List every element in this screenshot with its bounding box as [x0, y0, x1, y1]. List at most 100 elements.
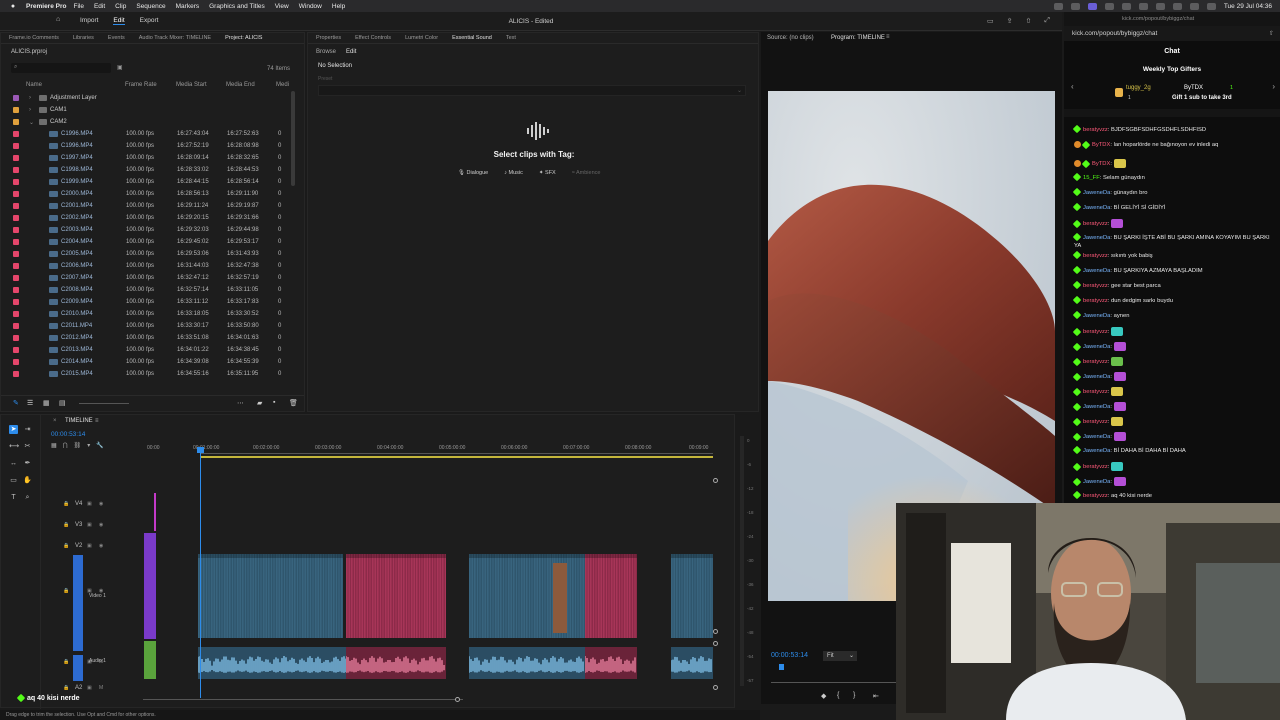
zoom-tool-icon[interactable]: ⌕	[23, 493, 32, 502]
timeline-timecode[interactable]: 00:00:53:14	[51, 431, 85, 438]
zoom-fit-dropdown[interactable]: Fit ⌄	[823, 651, 857, 661]
eye-icon[interactable]: ◉	[99, 501, 103, 507]
chat-username[interactable]: JaweneDa	[1083, 190, 1110, 196]
add-marker-icon[interactable]: ◆	[821, 692, 826, 700]
subtab-browse[interactable]: Browse	[316, 49, 336, 55]
share-icon[interactable]: ⇧	[1269, 30, 1274, 37]
disclosure-icon[interactable]: ›	[29, 107, 31, 113]
mark-out-icon[interactable]: }	[853, 692, 855, 699]
fullscreen-icon[interactable]: ⤢	[1044, 17, 1050, 25]
project-clip-row[interactable]: C2002.MP4 100.00 fps 16:29:20:15 16:29:31:6…	[1, 212, 291, 224]
apple-icon[interactable]: ●	[8, 3, 18, 10]
hand-tool-icon[interactable]: ✋	[23, 476, 32, 485]
label-swatch[interactable]	[13, 215, 19, 221]
chat-username[interactable]: JaweneDa	[1083, 313, 1110, 319]
tab-source[interactable]: Source: (no clips)	[767, 35, 814, 41]
chat-message[interactable]: JaweneDa: Bİ DAHA Bİ DAHA Bİ DAHA	[1072, 446, 1278, 455]
label-swatch[interactable]	[13, 227, 19, 233]
address-bar[interactable]: kick.com/popout/bybiggz/chat	[1064, 26, 1280, 41]
trash-icon[interactable]: 🗑	[289, 399, 298, 407]
adjustment-clip[interactable]	[144, 533, 156, 639]
label-swatch[interactable]	[13, 143, 19, 149]
project-clip-row[interactable]: C1998.MP4 100.00 fps 16:28:33:02 16:28:44:5…	[1, 164, 291, 176]
program-timecode[interactable]: 00:00:53:14	[771, 652, 808, 659]
col-name[interactable]: Name	[26, 82, 42, 88]
project-clip-row[interactable]: C2012.MP4 100.00 fps 16:33:51:08 16:34:01:6…	[1, 332, 291, 344]
v-scroll-handle[interactable]	[713, 641, 718, 646]
chat-message[interactable]: beratyvzz:	[1072, 357, 1278, 366]
track-header-v2[interactable]: 🔒 V2 ▣ ◉	[43, 537, 143, 555]
chat-username[interactable]: JaweneDa	[1083, 235, 1110, 241]
audio-clip[interactable]	[346, 647, 446, 679]
chat-message[interactable]: JaweneDa:	[1072, 477, 1278, 486]
chat-message[interactable]: beratyvzz:	[1072, 387, 1278, 396]
chat-username[interactable]: JaweneDa	[1083, 344, 1110, 350]
go-to-in-icon[interactable]: ⇤	[873, 692, 879, 700]
disclosure-icon[interactable]: ⌄	[29, 119, 34, 126]
label-swatch[interactable]	[13, 359, 19, 365]
tab-project[interactable]: Project: ALICIS	[225, 35, 262, 41]
status-icon[interactable]	[1121, 2, 1131, 10]
project-folder-row[interactable]: ⌄ CAM2	[1, 116, 291, 128]
chat-message[interactable]: JaweneDa: günaydın bro	[1072, 188, 1278, 197]
sync-lock-icon[interactable]: ▣	[87, 685, 92, 691]
chat-username[interactable]: JaweneDa	[1083, 404, 1110, 410]
col-media[interactable]: Medi	[276, 82, 289, 88]
label-swatch[interactable]	[13, 347, 19, 353]
project-clip-row[interactable]: C2008.MP4 100.00 fps 16:32:57:14 16:33:11:0…	[1, 284, 291, 296]
col-media-end[interactable]: Media End	[226, 82, 255, 88]
playhead-marker[interactable]	[779, 664, 784, 670]
freeform-view-icon[interactable]: ▤	[59, 399, 66, 407]
chat-message[interactable]: beratyvzz: sıkıntı yok babiş	[1072, 251, 1278, 260]
project-clip-row[interactable]: C1996.MP4 100.00 fps 16:27:43:04 16:27:52:6…	[1, 128, 291, 140]
eye-icon[interactable]: ◉	[99, 543, 103, 549]
chat-username[interactable]: JaweneDa	[1083, 434, 1110, 440]
eye-icon[interactable]: ◉	[99, 522, 103, 528]
project-search-input[interactable]: ⌕	[11, 63, 111, 73]
lock-icon[interactable]: 🔒	[63, 588, 69, 594]
menubar-clock[interactable]: Tue 29 Jul 04:36	[1224, 3, 1272, 10]
close-icon[interactable]: ×	[53, 418, 57, 424]
project-scrollbar[interactable]	[291, 91, 295, 186]
gifter-1-name[interactable]: tuggy_2g	[1126, 85, 1151, 91]
list-view-icon[interactable]: ☰	[27, 399, 33, 407]
add-marker-icon[interactable]: ▾	[87, 442, 90, 449]
new-bin-icon[interactable]: ▰	[257, 399, 262, 407]
project-clip-row[interactable]: C1996.MP4 100.00 fps 16:27:52:19 16:28:08:9…	[1, 140, 291, 152]
chat-username[interactable]: JaweneDa	[1083, 205, 1110, 211]
chat-message[interactable]: JaweneDa: Bİ GELİYİ Sİ GİDİYİ	[1072, 203, 1278, 212]
project-clip-row[interactable]: C2009.MP4 100.00 fps 16:33:11:12 16:33:17:8…	[1, 296, 291, 308]
chat-message[interactable]: beratyvzz:	[1072, 417, 1278, 426]
v-scroll-handle[interactable]	[713, 478, 718, 483]
audio-clip[interactable]	[671, 647, 713, 679]
menu-markers[interactable]: Markers	[176, 3, 199, 10]
track-header-v4[interactable]: 🔒 V4 ▣ ◉	[43, 495, 143, 513]
label-swatch[interactable]	[13, 275, 19, 281]
lock-icon[interactable]: 🔒	[63, 659, 69, 665]
screen-record-icon[interactable]	[1087, 2, 1097, 10]
label-swatch[interactable]	[13, 191, 19, 197]
tag-music-button[interactable]: ♪ Music	[500, 168, 527, 178]
tab-libraries[interactable]: Libraries	[73, 35, 94, 41]
chat-message[interactable]: beratyvzz: dun dedgim sarkı buydu	[1072, 296, 1278, 305]
menu-icon[interactable]: ≡	[95, 418, 99, 424]
chat-message[interactable]: beratyvzz: BJDFSGBFSDHFGSDHFLSDHFISD	[1072, 125, 1278, 134]
col-media-start[interactable]: Media Start	[176, 82, 207, 88]
new-bin-icon[interactable]: ▣	[117, 64, 123, 71]
video-clip[interactable]	[585, 554, 637, 638]
col-frame-rate[interactable]: Frame Rate	[125, 82, 157, 88]
label-swatch[interactable]	[13, 335, 19, 341]
chat-message[interactable]: 15_FF: Selam günaydın	[1072, 173, 1278, 182]
tab-essential-sound[interactable]: Essential Sound	[452, 35, 492, 41]
preset-dropdown[interactable]: ⌄	[318, 85, 746, 96]
label-swatch[interactable]	[13, 155, 19, 161]
label-swatch[interactable]	[13, 251, 19, 257]
ripple-edit-icon[interactable]: ⟷	[9, 442, 19, 451]
battery-icon[interactable]	[1172, 2, 1182, 10]
project-clip-row[interactable]: C1999.MP4 100.00 fps 16:28:44:15 16:28:56:1…	[1, 176, 291, 188]
subtab-edit[interactable]: Edit	[346, 49, 356, 55]
chat-username[interactable]: ByTDX	[1092, 161, 1110, 167]
menu-icon[interactable]: ≡	[886, 34, 890, 40]
chat-username[interactable]: beratyvzz	[1083, 253, 1108, 259]
project-clip-row[interactable]: C1997.MP4 100.00 fps 16:28:09:14 16:28:32:6…	[1, 152, 291, 164]
